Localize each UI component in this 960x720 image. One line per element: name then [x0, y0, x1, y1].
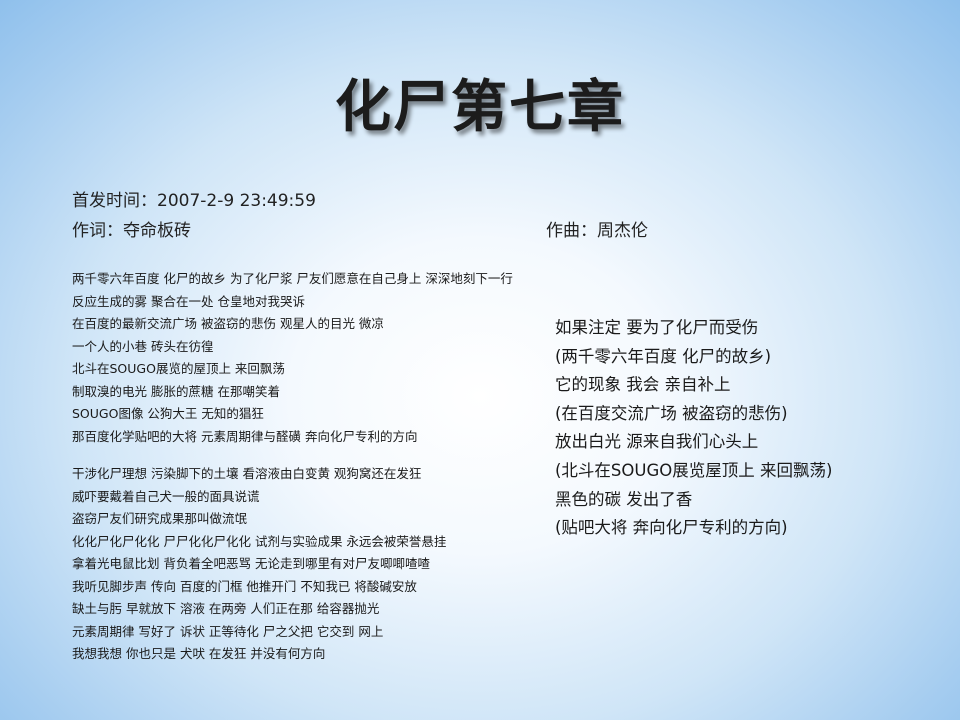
lyric-line: 反应生成的雾 聚合在一处 仓皇地对我哭诉 [72, 293, 305, 309]
lyric-line: 我听见脚步声 传向 百度的门框 他推开门 不知我已 将酸碱安放 [72, 578, 417, 594]
publish-date: 首发时间：2007-2-9 23:49:59 [72, 191, 316, 211]
chorus-line: (在百度交流广场 被盗窃的悲伤) [555, 403, 788, 423]
lyric-line: 元素周期律 写好了 诉状 正等待化 尸之父把 它交到 网上 [72, 623, 384, 639]
composer-credit: 作曲：周杰伦 [546, 221, 648, 241]
lyric-line: 缺土与肟 早就放下 溶液 在两旁 人们正在那 给容器抛光 [72, 601, 380, 616]
chorus-line: 它的现象 我会 亲自补上 [555, 375, 731, 395]
lyric-line: 我想我想 你也只是 犬吠 在发狂 并没有何方向 [72, 646, 326, 661]
lyricist-credit: 作词：夺命板砖 [72, 221, 191, 241]
chorus-line: 黑色的碳 发出了香 [555, 489, 693, 509]
lyric-line: 两千零六年百度 化尸的故乡 为了化尸浆 尸友们愿意在自己身上 深深地刻下一行 [72, 271, 513, 286]
lyric-line: 拿着光电鼠比划 背负着全吧恶骂 无论走到哪里有对尸友唧唧喳喳 [72, 556, 430, 571]
chorus-line: 如果注定 要为了化尸而受伤 [555, 318, 759, 337]
chorus-line: 放出白光 源来自我们心头上 [555, 432, 759, 452]
chorus-line: (两千零六年百度 化尸的故乡) [555, 346, 772, 366]
chorus-line: (北斗在SOUGO展览屋顶上 来回飘荡) [555, 460, 833, 480]
slide-title: 化尸第七章 [335, 75, 625, 140]
lyrics-right-column: 如果注定 要为了化尸而受伤 (两千零六年百度 化尸的故乡) 它的现象 我会 亲自… [555, 314, 950, 543]
chorus-line: (贴吧大将 奔向化尸专利的方向) [555, 518, 788, 538]
